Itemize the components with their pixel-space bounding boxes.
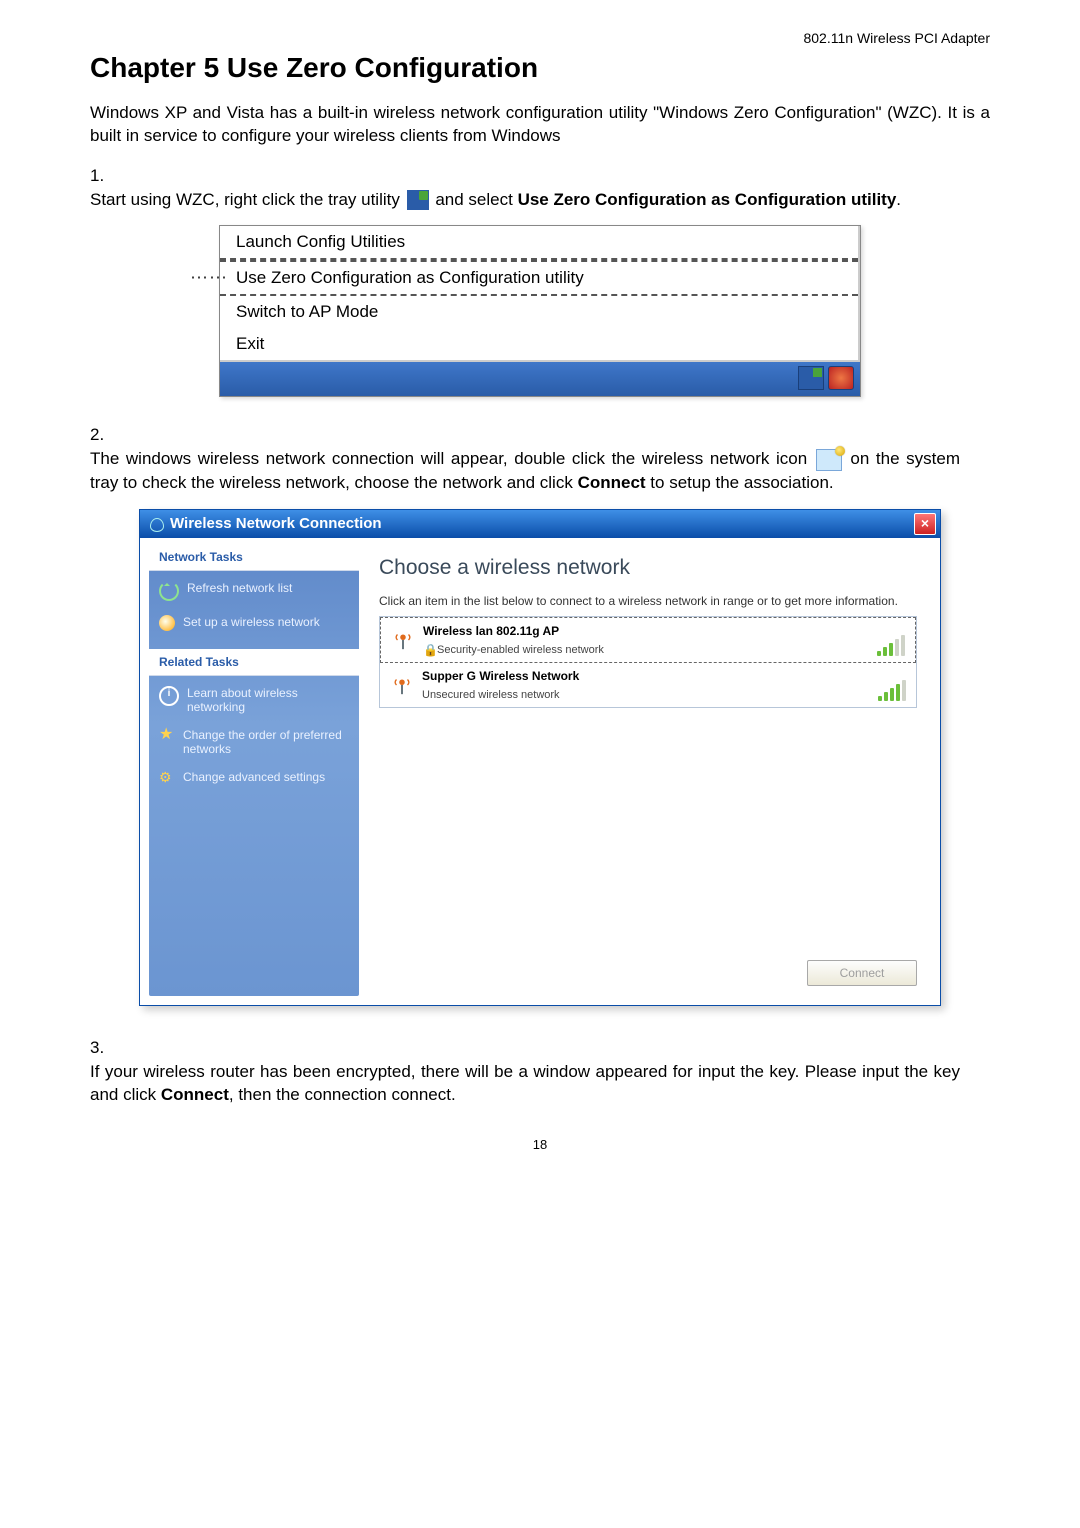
antenna-icon [388, 669, 416, 701]
taskbar [220, 362, 860, 396]
network-sub-0: Security-enabled wireless network [437, 644, 604, 656]
menu-launch-utilities[interactable]: Launch Config Utilities [220, 226, 858, 260]
main-title: Choose a wireless network [379, 556, 917, 580]
antenna-icon [389, 624, 417, 656]
step-3-num: 3. [90, 1036, 116, 1060]
step-3: 3. If your wireless router has been encr… [90, 1036, 990, 1107]
step-1-text-c: . [896, 190, 901, 209]
sidebar-learn-label: Learn about wireless networking [187, 686, 349, 714]
info-icon: i [159, 686, 179, 706]
taskbar-tray-icon[interactable] [798, 366, 824, 390]
step-1-text-a: Start using WZC, right click the tray ut… [90, 190, 405, 209]
step-3-bold: Connect [161, 1085, 229, 1104]
sidebar-refresh[interactable]: Refresh network list [159, 581, 349, 601]
connect-button[interactable]: Connect [807, 960, 917, 986]
step-2-text-c: to setup the association. [650, 473, 833, 492]
main-pane: Choose a wireless network Click an item … [365, 544, 931, 996]
chapter-title: Chapter 5 Use Zero Configuration [90, 52, 990, 84]
sidebar-refresh-label: Refresh network list [187, 581, 292, 595]
menu-switch-ap[interactable]: Switch to AP Mode [220, 296, 858, 328]
wireless-network-icon [816, 449, 842, 471]
step-1-text-b: and select [435, 190, 517, 209]
sidebar-related-tasks-title: Related Tasks [149, 649, 359, 676]
sidebar-setup[interactable]: Set up a wireless network [159, 615, 349, 631]
setup-icon [159, 615, 175, 631]
sidebar-advanced-label: Change advanced settings [183, 770, 325, 784]
sidebar-order[interactable]: ★ Change the order of preferred networks [159, 728, 349, 756]
menu-use-zero-config-label: Use Zero Configuration as Configuration … [236, 268, 584, 287]
sidebar-order-label: Change the order of preferred networks [183, 728, 349, 756]
sidebar-network-tasks-title: Network Tasks [149, 544, 359, 571]
step-2-text-a: The windows wireless network connection … [90, 449, 814, 468]
page-number: 18 [90, 1137, 990, 1152]
sidebar-advanced[interactable]: ⚙ Change advanced settings [159, 770, 349, 786]
refresh-icon [159, 581, 179, 601]
lock-icon: 🔒 [423, 644, 433, 656]
step-3-text-b: , then the connection connect. [229, 1085, 456, 1104]
step-2-bold: Connect [578, 473, 646, 492]
main-desc: Click an item in the list below to conne… [379, 594, 917, 608]
window-title: Wireless Network Connection [170, 515, 382, 532]
gear-icon: ⚙ [159, 770, 175, 786]
window-titlebar[interactable]: Wireless Network Connection × [140, 510, 940, 538]
network-sub-1: Unsecured wireless network [422, 689, 560, 701]
menu-use-zero-config[interactable]: ⋯⋯ Use Zero Configuration as Configurati… [220, 260, 858, 296]
step-2: 2. The windows wireless network connecti… [90, 423, 990, 494]
header-product: 802.11n Wireless PCI Adapter [90, 30, 990, 46]
network-row-1[interactable]: Supper G Wireless Network Unsecured wire… [380, 663, 916, 707]
context-menu-screenshot: Launch Config Utilities ⋯⋯ Use Zero Conf… [219, 225, 861, 397]
pointer-dots-icon: ⋯⋯ [190, 268, 228, 289]
sidebar-learn[interactable]: i Learn about wireless networking [159, 686, 349, 714]
taskbar-shield-icon[interactable] [828, 366, 854, 390]
signal-strength-0 [865, 624, 907, 656]
step-1-num: 1. [90, 164, 116, 188]
close-button[interactable]: × [914, 513, 936, 535]
network-row-0[interactable]: Wireless lan 802.11g AP 🔒 Security-enabl… [380, 617, 916, 663]
network-name-0: Wireless lan 802.11g AP [423, 624, 865, 638]
intro-text: Windows XP and Vista has a built-in wire… [90, 102, 990, 148]
step-1: 1. Start using WZC, right click the tray… [90, 164, 990, 212]
tray-utility-icon [407, 190, 429, 210]
wireless-window: Wireless Network Connection × Network Ta… [139, 509, 941, 1006]
antenna-icon [148, 516, 164, 532]
menu-exit[interactable]: Exit [220, 328, 858, 360]
sidebar-setup-label: Set up a wireless network [183, 615, 320, 629]
sidebar: Network Tasks Refresh network list Set u… [149, 544, 359, 996]
signal-strength-1 [866, 669, 908, 701]
page: 802.11n Wireless PCI Adapter Chapter 5 U… [0, 0, 1080, 1192]
star-icon: ★ [159, 728, 175, 744]
step-1-bold: Use Zero Configuration as Configuration … [518, 190, 897, 209]
step-2-num: 2. [90, 423, 116, 447]
network-name-1: Supper G Wireless Network [422, 669, 866, 683]
network-list: Wireless lan 802.11g AP 🔒 Security-enabl… [379, 616, 917, 708]
